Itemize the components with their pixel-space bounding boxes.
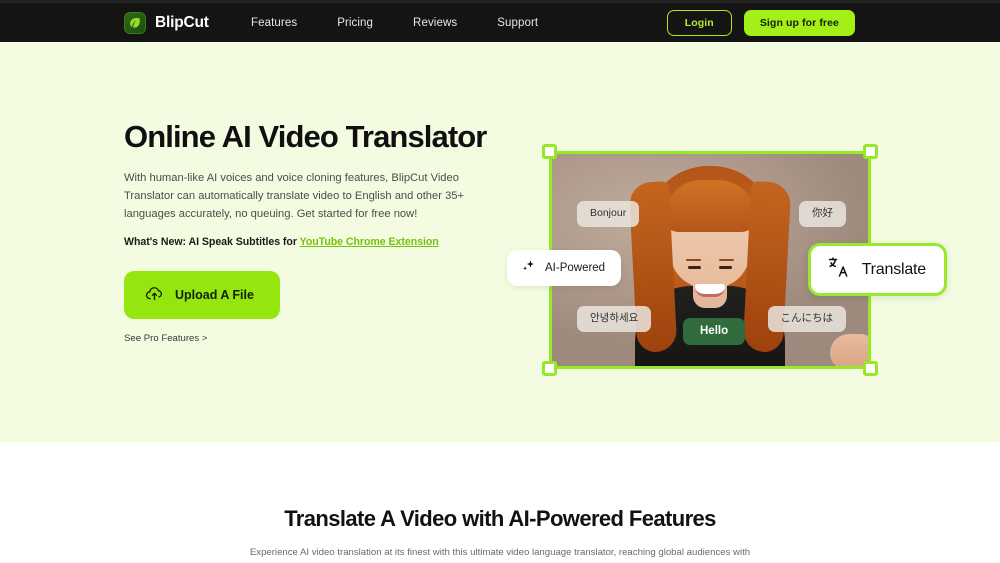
resize-handle-bottom-left[interactable]: [542, 361, 557, 376]
navbar: BlipCut Features Pricing Reviews Support…: [0, 3, 1000, 42]
brand-name: BlipCut: [155, 13, 209, 31]
whats-new-link[interactable]: YouTube Chrome Extension: [300, 236, 439, 248]
leaf-logo-icon: [124, 11, 146, 34]
subject-brow-right: [719, 259, 734, 261]
nav-links: Features Pricing Reviews Support: [251, 17, 538, 29]
nav-link-pricing[interactable]: Pricing: [337, 17, 373, 29]
features-section: Translate A Video with AI-Powered Featur…: [0, 442, 1000, 563]
subject-eye-left: [688, 266, 701, 269]
features-title: Translate A Video with AI-Powered Featur…: [284, 506, 716, 531]
upload-file-label: Upload A File: [175, 288, 254, 303]
subject-brow-left: [686, 259, 701, 261]
subject-hair-top: [664, 180, 756, 232]
nav-link-reviews[interactable]: Reviews: [413, 17, 457, 29]
language-chip-bonjour: Bonjour: [577, 201, 640, 227]
hero-description: With human-like AI voices and voice clon…: [124, 171, 465, 220]
translate-button[interactable]: Translate: [807, 243, 947, 296]
see-pro-features-link[interactable]: See Pro Features >: [124, 333, 504, 344]
whats-new-prefix: What's New: AI Speak Subtitles for: [124, 236, 300, 249]
language-chip-japanese: こんにちは: [767, 306, 846, 332]
cloud-upload-icon: [145, 284, 164, 306]
ai-powered-badge: AI-Powered: [507, 250, 622, 286]
features-subtitle: Experience AI video translation at its f…: [249, 547, 751, 563]
page-title: Online AI Video Translator: [124, 119, 487, 154]
language-chip-korean: 안녕하세요: [577, 306, 652, 332]
resize-handle-top-right[interactable]: [863, 144, 878, 159]
translate-label: Translate: [861, 260, 927, 278]
language-chip-chinese: 你好: [799, 201, 846, 227]
nav-actions: Login Sign up for free: [666, 9, 855, 36]
subject-smile: [695, 284, 725, 297]
nav-link-features[interactable]: Features: [251, 17, 297, 29]
whats-new-line: What's New: AI Speak Subtitles for YouTu…: [124, 236, 504, 248]
ai-powered-label: AI-Powered: [545, 262, 606, 274]
hero-copy: Online AI Video Translator With human-li…: [124, 119, 504, 344]
resize-handle-top-left[interactable]: [542, 144, 557, 159]
language-chip-hello: Hello: [683, 318, 746, 345]
upload-file-button[interactable]: Upload A File: [124, 271, 280, 320]
subject-hand: [830, 334, 868, 366]
resize-handle-bottom-right[interactable]: [863, 361, 878, 376]
page-root: BlipCut Features Pricing Reviews Support…: [0, 0, 1000, 563]
sparkles-icon: [521, 259, 536, 277]
translate-language-icon: [826, 255, 850, 284]
video-preview-frame[interactable]: Bonjour 你好 안녕하세요 こんにちは Hello AI-Powered: [507, 144, 947, 376]
login-button[interactable]: Login: [666, 9, 732, 36]
brand-logo[interactable]: BlipCut: [124, 11, 209, 34]
hero-section: Online AI Video Translator With human-li…: [0, 42, 1000, 442]
subject-eye-right: [719, 266, 732, 269]
signup-button[interactable]: Sign up for free: [743, 9, 855, 36]
nav-link-support[interactable]: Support: [497, 17, 538, 29]
